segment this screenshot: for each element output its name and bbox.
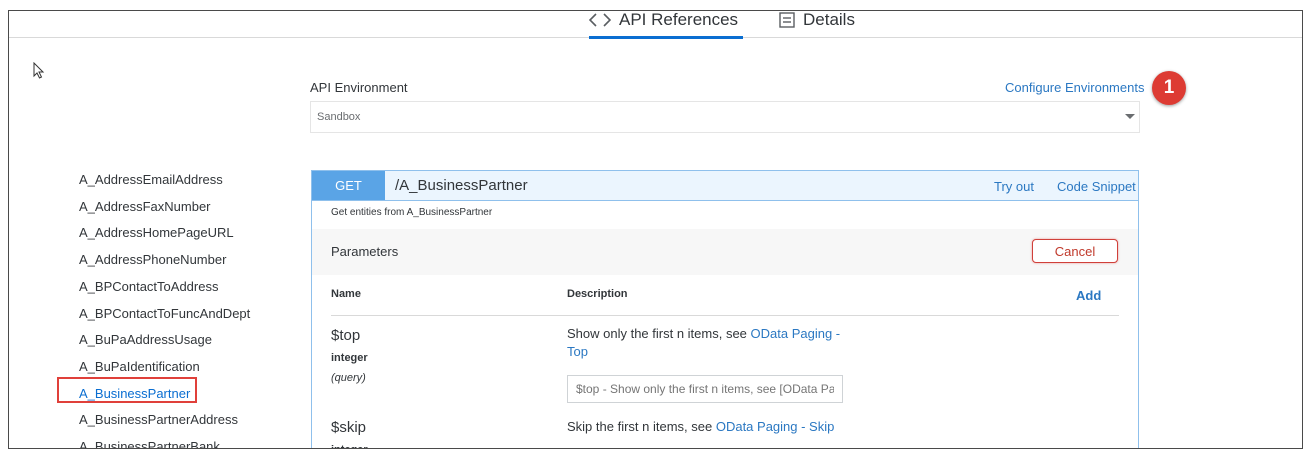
cancel-button[interactable]: Cancel	[1032, 239, 1118, 263]
top-param-input[interactable]	[567, 375, 843, 403]
tab-details[interactable]: Details	[779, 10, 855, 36]
sidebar-item-address-phone-number[interactable]: A_AddressPhoneNumber	[79, 252, 226, 267]
param-name: $skip	[331, 419, 367, 436]
callout-badge: 1	[1152, 71, 1186, 105]
environment-select-value: Sandbox	[317, 111, 361, 123]
sidebar-item-business-partner-bank[interactable]: A_BusinessPartnerBank	[79, 439, 220, 448]
column-header-name: Name	[331, 288, 361, 300]
api-summary: Get entities from A_BusinessPartner	[331, 207, 493, 218]
column-header-description: Description	[567, 288, 628, 300]
api-operation-panel: GET /A_BusinessPartner Try out Code Snip…	[311, 170, 1139, 448]
param-type: integer	[331, 352, 368, 364]
parameters-title: Parameters	[331, 244, 399, 259]
code-icon	[589, 13, 611, 27]
sidebar-item-business-partner-address[interactable]: A_BusinessPartnerAddress	[79, 412, 238, 427]
sidebar-item-bupa-address-usage[interactable]: A_BuPaAddressUsage	[79, 332, 212, 347]
sidebar-item-address-email-address[interactable]: A_AddressEmailAddress	[79, 172, 223, 187]
code-snippet-link[interactable]: Code Snippet	[1057, 179, 1136, 194]
divider	[331, 315, 1119, 316]
api-path: /A_BusinessPartner	[395, 177, 528, 194]
parameters-bar: Parameters Cancel	[312, 229, 1138, 275]
http-method-badge: GET	[312, 171, 385, 200]
sidebar-item-bupa-identification[interactable]: A_BuPaIdentification	[79, 359, 200, 374]
environment-select[interactable]: Sandbox	[310, 101, 1140, 133]
sidebar-item-bp-contact-to-address[interactable]: A_BPContactToAddress	[79, 279, 218, 294]
tab-bar: API References Details	[9, 10, 1302, 39]
param-name: $top	[331, 327, 361, 344]
highlight-box	[57, 377, 197, 403]
add-parameter-link[interactable]: Add	[1076, 288, 1101, 303]
param-description-text: Show only the first n items, see	[567, 326, 751, 341]
api-operation-header[interactable]: GET /A_BusinessPartner Try out Code Snip…	[312, 171, 1138, 201]
sidebar-item-address-homepage-url[interactable]: A_AddressHomePageURL	[79, 225, 234, 240]
odata-paging-skip-link[interactable]: OData Paging - Skip	[716, 419, 835, 434]
param-description: Show only the first n items, see OData P…	[567, 325, 842, 361]
sidebar-item-bp-contact-to-func-and-dept[interactable]: A_BPContactToFuncAndDept	[79, 306, 250, 321]
tab-api-references[interactable]: API References	[589, 10, 743, 39]
app-frame: API References Details API Environment C…	[8, 10, 1303, 449]
list-icon	[779, 12, 795, 28]
param-type: integer	[331, 444, 368, 448]
sidebar-item-address-fax-number[interactable]: A_AddressFaxNumber	[79, 199, 211, 214]
param-description-text: Skip the first n items, see	[567, 419, 716, 434]
chevron-down-icon	[1125, 114, 1135, 119]
configure-environments-link[interactable]: Configure Environments	[1005, 80, 1144, 95]
param-location: (query)	[331, 372, 366, 384]
try-out-link[interactable]: Try out	[994, 179, 1034, 194]
tab-label: Details	[803, 10, 855, 29]
api-environment-label: API Environment	[310, 80, 408, 95]
mouse-pointer-icon	[33, 61, 45, 85]
param-description: Skip the first n items, see OData Paging…	[567, 418, 842, 436]
tab-label: API References	[619, 10, 739, 29]
